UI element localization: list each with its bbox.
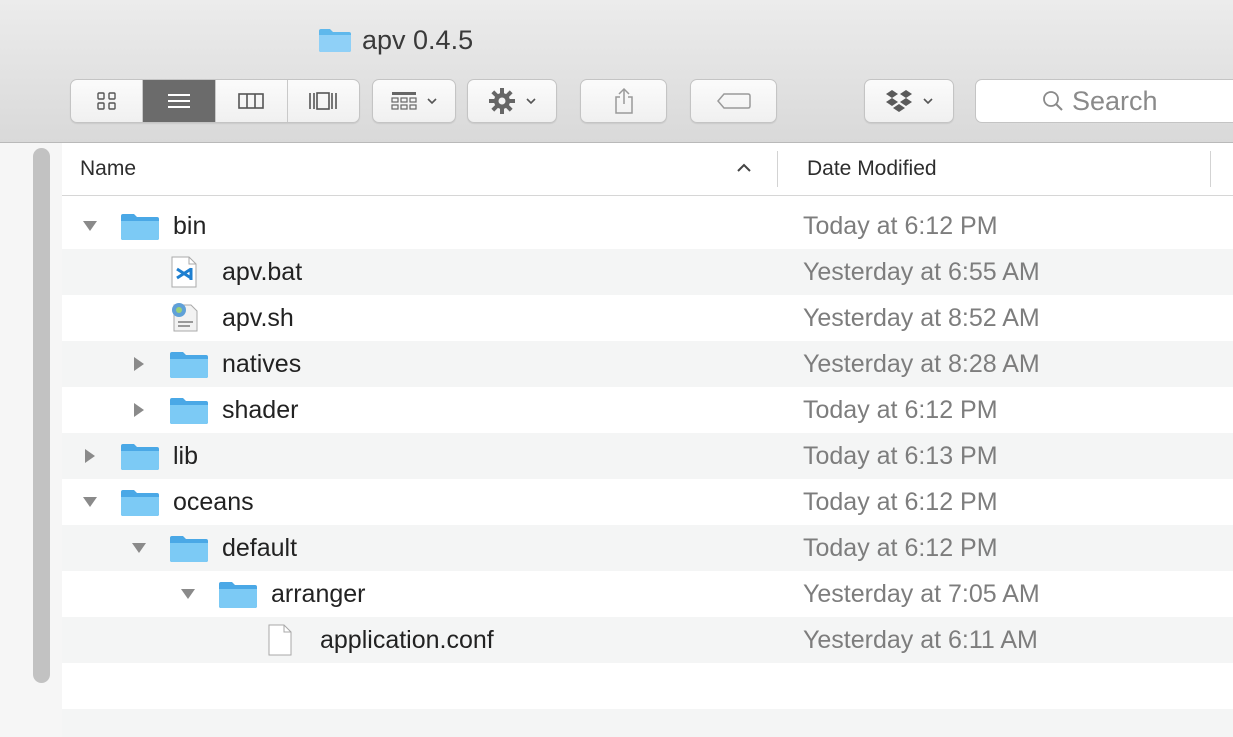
folder-icon <box>120 441 160 476</box>
cover-flow-view-button[interactable] <box>288 80 359 122</box>
file-name: lib <box>173 442 199 470</box>
disclosure-triangle-expanded-icon[interactable] <box>81 217 99 235</box>
columns-icon <box>238 93 264 109</box>
grid-icon <box>96 92 116 110</box>
folder-icon <box>319 29 351 52</box>
folder-icon <box>169 395 209 430</box>
search-icon <box>1043 91 1063 111</box>
arrange-icon <box>391 92 417 110</box>
empty-row <box>62 709 1233 737</box>
disclosure-triangle-expanded-icon[interactable] <box>81 493 99 511</box>
file-row[interactable]: shader Today at 6:12 PM <box>62 387 1233 433</box>
dropbox-icon <box>886 90 912 112</box>
empty-row <box>62 663 1233 709</box>
file-row[interactable]: application.conf Yesterday at 6:11 AM <box>62 617 1233 663</box>
folder-icon <box>120 487 160 522</box>
file-row[interactable]: apv.bat Yesterday at 6:55 AM <box>62 249 1233 295</box>
file-row[interactable]: apv.sh Yesterday at 8:52 AM <box>62 295 1233 341</box>
date-modified: Today at 6:12 PM <box>803 534 998 562</box>
file-name: application.conf <box>320 626 494 654</box>
disclosure-triangle-expanded-icon[interactable] <box>130 539 148 557</box>
action-button[interactable] <box>467 79 557 123</box>
script-file-icon <box>169 301 201 338</box>
tag-icon <box>716 93 751 109</box>
window-title-text: apv 0.4.5 <box>362 24 474 55</box>
column-view-button[interactable] <box>216 80 288 122</box>
icon-view-button[interactable] <box>71 80 144 122</box>
folder-icon <box>169 533 209 568</box>
title-toolbar: apv 0.4.5 <box>0 0 1233 143</box>
file-name: natives <box>222 350 302 378</box>
file-name: oceans <box>173 488 254 516</box>
file-row[interactable]: bin Today at 6:12 PM <box>62 203 1233 249</box>
vertical-scrollbar-thumb[interactable] <box>33 148 50 683</box>
date-modified: Yesterday at 8:52 AM <box>803 304 1040 332</box>
disclosure-triangle-collapsed-icon[interactable] <box>130 401 148 419</box>
vscode-file-icon <box>169 256 199 293</box>
dropbox-button[interactable] <box>864 79 954 123</box>
date-modified: Yesterday at 7:05 AM <box>803 580 1040 608</box>
date-modified: Yesterday at 6:55 AM <box>803 258 1040 286</box>
file-row[interactable]: natives Yesterday at 8:28 AM <box>62 341 1233 387</box>
document-icon <box>267 624 293 661</box>
chevron-down-icon <box>526 98 536 105</box>
share-icon <box>614 87 633 114</box>
column-divider[interactable] <box>1210 151 1211 187</box>
folder-icon <box>218 579 258 614</box>
file-row[interactable]: arranger Yesterday at 7:05 AM <box>62 571 1233 617</box>
list-icon <box>167 94 190 108</box>
tags-button[interactable] <box>690 79 777 123</box>
date-modified-column-header[interactable]: Date Modified <box>807 143 937 195</box>
share-button[interactable] <box>580 79 667 123</box>
file-name: apv.sh <box>222 304 294 332</box>
name-column-header[interactable]: Name <box>80 143 136 195</box>
disclosure-triangle-collapsed-icon[interactable] <box>130 355 148 373</box>
column-divider[interactable] <box>777 151 778 187</box>
date-modified: Yesterday at 6:11 AM <box>803 626 1038 654</box>
disclosure-triangle-expanded-icon[interactable] <box>179 585 197 603</box>
file-name: bin <box>173 212 207 240</box>
date-modified: Today at 6:12 PM <box>803 396 998 424</box>
arrange-button[interactable] <box>372 79 456 123</box>
gear-icon <box>489 88 515 114</box>
view-mode-group <box>70 79 360 123</box>
date-modified: Yesterday at 8:28 AM <box>803 350 1040 378</box>
chevron-down-icon <box>923 98 933 105</box>
file-name: arranger <box>271 580 366 608</box>
date-modified: Today at 6:13 PM <box>803 442 998 470</box>
file-name: default <box>222 534 298 562</box>
sort-ascending-icon <box>737 163 751 172</box>
file-list: bin Today at 6:12 PM apv.bat Yesterday at 6… <box>62 203 1233 737</box>
file-row[interactable]: oceans Today at 6:12 PM <box>62 479 1233 525</box>
chevron-down-icon <box>427 98 437 105</box>
file-row[interactable]: lib Today at 6:13 PM <box>62 433 1233 479</box>
file-name: shader <box>222 396 299 424</box>
file-row[interactable]: default Today at 6:12 PM <box>62 525 1233 571</box>
finder-window: apv 0.4.5 Search Name Date Modified bin … <box>0 0 1233 737</box>
file-name: apv.bat <box>222 258 303 286</box>
cover-flow-icon <box>309 92 338 110</box>
scroll-track <box>0 143 62 737</box>
folder-icon <box>169 349 209 384</box>
search-input[interactable] <box>1072 85 1222 117</box>
date-modified: Today at 6:12 PM <box>803 212 998 240</box>
disclosure-triangle-collapsed-icon[interactable] <box>81 447 99 465</box>
search-field[interactable] <box>975 79 1233 123</box>
column-header: Name Date Modified <box>62 143 1233 196</box>
window-title: apv 0.4.5 <box>318 22 473 58</box>
folder-icon <box>120 211 160 246</box>
list-view-button[interactable] <box>143 80 216 122</box>
date-modified: Today at 6:12 PM <box>803 488 998 516</box>
